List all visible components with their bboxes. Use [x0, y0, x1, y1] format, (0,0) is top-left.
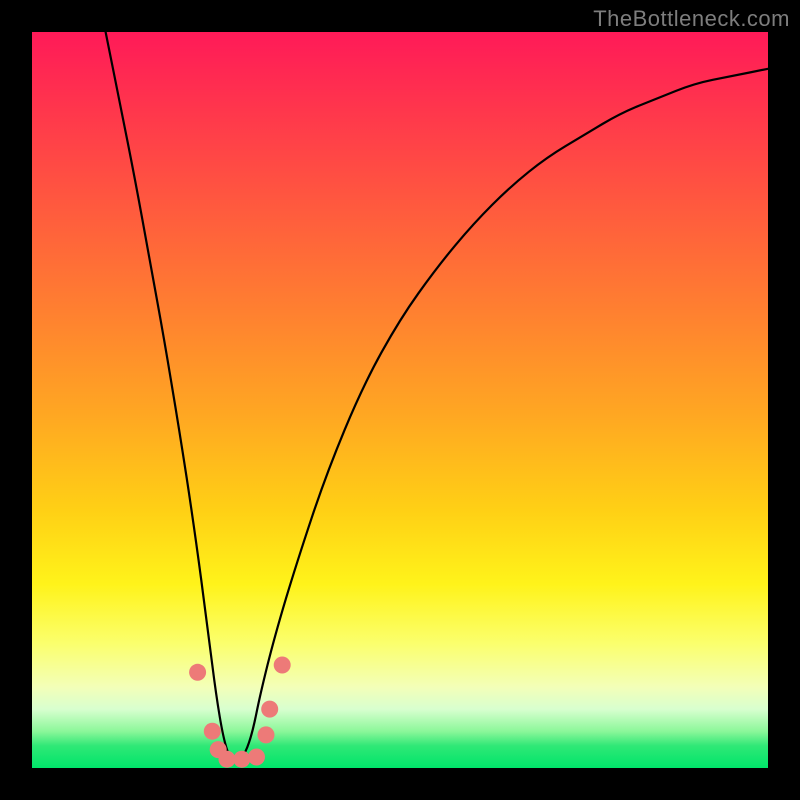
bottleneck-curve — [106, 32, 768, 761]
curve-marker — [258, 726, 275, 743]
curve-marker — [274, 657, 291, 674]
curve-marker — [219, 751, 236, 768]
curve-marker — [248, 749, 265, 766]
curve-marker — [261, 701, 278, 718]
plot-area — [32, 32, 768, 768]
curve-layer — [32, 32, 768, 768]
chart-stage: TheBottleneck.com — [0, 0, 800, 800]
curve-marker — [189, 664, 206, 681]
watermark-text: TheBottleneck.com — [593, 6, 790, 32]
marker-group — [189, 657, 291, 768]
curve-marker — [204, 723, 221, 740]
curve-marker — [233, 751, 250, 768]
